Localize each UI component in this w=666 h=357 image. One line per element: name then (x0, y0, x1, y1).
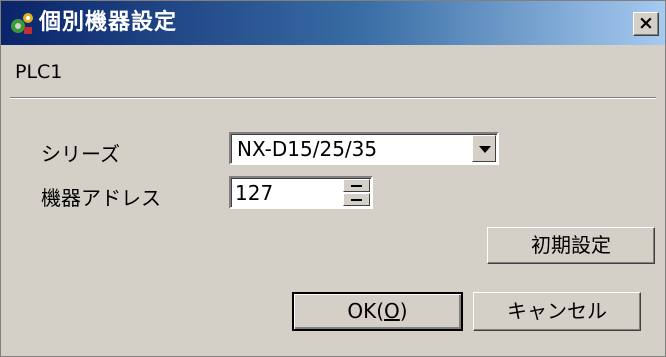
spin-down-icon[interactable] (343, 193, 370, 206)
initial-settings-label: 初期設定 (531, 233, 611, 257)
close-button[interactable]: × (633, 12, 659, 36)
device-settings-dialog: 個別機器設定 × PLC1 シリーズ NX-D15/25/35 機器アドレス 1… (0, 0, 666, 357)
device-address-label: 機器アドレス (41, 186, 161, 210)
device-address-spinbox[interactable]: 127 (229, 176, 373, 209)
dialog-title: 個別機器設定 (39, 10, 178, 35)
chevron-down-icon[interactable] (472, 135, 496, 162)
cancel-label: キャンセル (507, 299, 607, 323)
ok-button[interactable]: OK(O) (292, 292, 463, 331)
ok-label: OK(O) (347, 299, 408, 323)
close-icon: × (638, 12, 654, 34)
series-combobox[interactable]: NX-D15/25/35 (229, 132, 499, 165)
series-label: シリーズ (41, 142, 120, 166)
title-bar[interactable]: 個別機器設定 × (1, 1, 665, 45)
spin-buttons (343, 179, 370, 206)
app-icon (11, 13, 33, 34)
cancel-button[interactable]: キャンセル (473, 292, 641, 331)
separator (10, 97, 656, 99)
series-value: NX-D15/25/35 (237, 137, 378, 161)
initial-settings-button[interactable]: 初期設定 (487, 227, 655, 264)
device-address-value[interactable]: 127 (235, 181, 273, 205)
device-name-label: PLC1 (15, 61, 63, 83)
spin-up-icon[interactable] (343, 179, 370, 192)
